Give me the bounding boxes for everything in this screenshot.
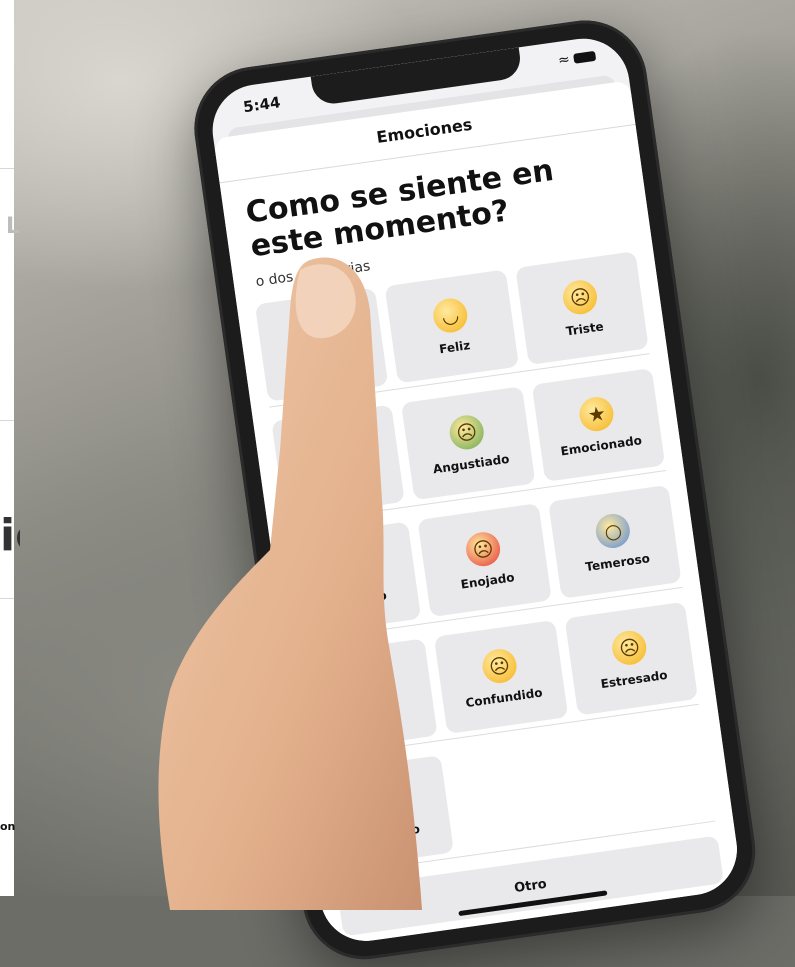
fearful-face-icon: ○	[593, 511, 633, 551]
sweat-face-icon: ☹	[610, 628, 649, 667]
emotion-label: Temeroso	[584, 551, 651, 575]
emotion-tile[interactable]: ○ Temeroso	[547, 484, 682, 599]
emotion-tile[interactable]: ☹ Triste	[514, 251, 649, 366]
page-heading: Como se siente en este momento?	[243, 152, 556, 265]
emotion-tile[interactable]: ☹ Estresado	[564, 601, 699, 716]
left-page-panel	[0, 0, 14, 896]
emotion-tile[interactable]: ★ Emocionado	[531, 368, 666, 482]
battery-icon	[573, 50, 597, 64]
status-icons: ≈	[557, 48, 597, 69]
emotion-label: Triste	[565, 319, 605, 339]
divider	[0, 420, 14, 421]
left-caption-fragment: on	[0, 820, 16, 833]
divider	[0, 598, 14, 599]
star-struck-face-icon: ★	[577, 394, 616, 434]
confused-face-icon: ☹	[480, 646, 519, 686]
left-heading-fragment: ic	[0, 510, 20, 561]
left-text-fragment: L	[6, 214, 21, 239]
hand-image	[158, 257, 422, 910]
emotion-label: Emocionado	[559, 433, 643, 459]
wifi-icon: ≈	[557, 51, 571, 69]
emotion-label: Estresado	[599, 667, 669, 692]
divider	[0, 168, 14, 169]
status-time: 5:44	[242, 93, 282, 117]
crying-face-icon: ☹	[561, 278, 600, 317]
